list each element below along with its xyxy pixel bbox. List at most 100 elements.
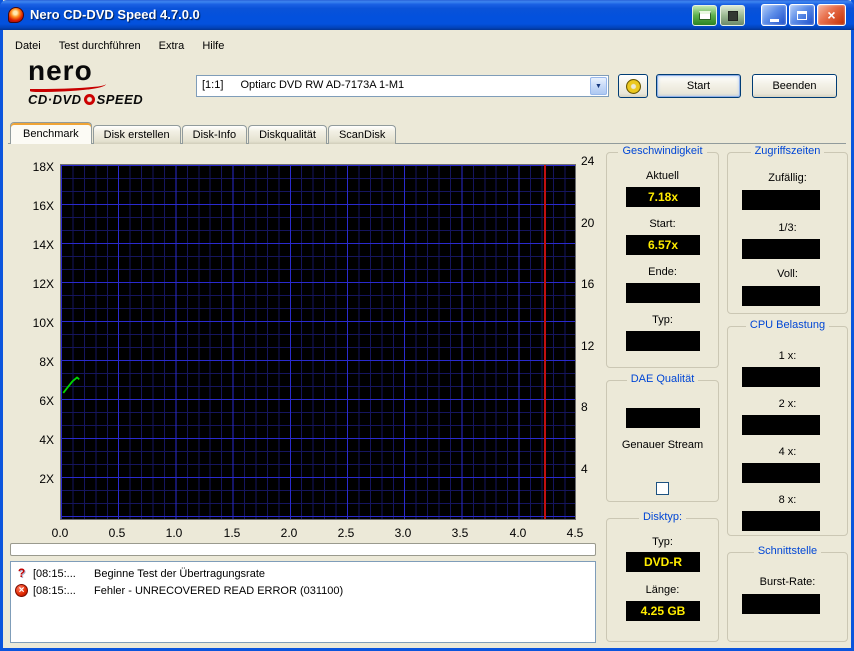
typ-label: Typ: bbox=[606, 314, 719, 326]
y-axis-right-label: 20 bbox=[581, 216, 594, 230]
voll-value bbox=[742, 286, 820, 306]
tab-benchmark[interactable]: Benchmark bbox=[10, 122, 92, 144]
minimize-button[interactable] bbox=[761, 4, 787, 26]
disk-icon bbox=[728, 11, 738, 21]
app-icon[interactable] bbox=[8, 7, 24, 23]
cpu-2x-value bbox=[742, 415, 820, 435]
titlebar-extra-capture-button[interactable] bbox=[692, 5, 717, 26]
typ-value bbox=[626, 331, 700, 351]
tab-strip: Benchmark Disk erstellen Disk-Info Diskq… bbox=[10, 122, 396, 144]
y-axis-label: 12X bbox=[6, 277, 54, 291]
log-entry[interactable]: × [08:15:... Fehler - UNRECOVERED READ E… bbox=[11, 582, 595, 599]
drive-index: [1:1] bbox=[202, 79, 223, 91]
drive-select-dropdown-button[interactable]: ▼ bbox=[590, 77, 607, 95]
progress-bar bbox=[10, 543, 596, 556]
tab-disk-erstellen[interactable]: Disk erstellen bbox=[93, 125, 181, 144]
menu-extra[interactable]: Extra bbox=[150, 37, 194, 55]
nero-logo-swoosh-icon bbox=[30, 83, 106, 92]
log-entry[interactable]: ? [08:15:... Beginne Test der Übertragun… bbox=[11, 565, 595, 582]
menu-hilfe[interactable]: Hilfe bbox=[193, 37, 233, 55]
drive-name: Optiarc DVD RW AD-7173A 1-M1 bbox=[240, 79, 404, 91]
dae-value bbox=[626, 408, 700, 428]
benchmark-chart-plot bbox=[60, 164, 576, 520]
log-list[interactable]: ? [08:15:... Beginne Test der Übertragun… bbox=[10, 561, 596, 643]
panel-cpu-title: CPU Belastung bbox=[746, 319, 829, 331]
cpu-1x-value bbox=[742, 367, 820, 387]
cpu-1x-label: 1 x: bbox=[727, 350, 848, 362]
zufaellig-value bbox=[742, 190, 820, 210]
maximize-button[interactable] bbox=[789, 4, 815, 26]
question-icon: ? bbox=[15, 567, 28, 580]
menu-test-durchfuehren[interactable]: Test durchführen bbox=[50, 37, 150, 55]
aktuell-label: Aktuell bbox=[606, 170, 719, 182]
x-axis-label: 4.0 bbox=[501, 526, 535, 540]
disc-logo-icon bbox=[84, 94, 95, 105]
y-axis-label: 18X bbox=[6, 160, 54, 174]
genauer-stream-checkbox[interactable] bbox=[656, 482, 669, 495]
x-axis-label: 4.5 bbox=[558, 526, 592, 540]
disc-options-button[interactable] bbox=[618, 74, 648, 98]
log-timestamp: [08:15:... bbox=[33, 568, 89, 580]
y-axis-label: 14X bbox=[6, 238, 54, 252]
genauer-stream-label: Genauer Stream bbox=[614, 438, 711, 453]
start-label: Start: bbox=[606, 218, 719, 230]
y-axis-label: 8X bbox=[6, 355, 54, 369]
x-axis-label: 3.0 bbox=[386, 526, 420, 540]
y-axis-label: 16X bbox=[6, 199, 54, 213]
chart-series-line bbox=[63, 377, 79, 393]
start-button[interactable]: Start bbox=[656, 74, 741, 98]
one-third-value bbox=[742, 239, 820, 259]
titlebar-extra-save-button[interactable] bbox=[720, 5, 745, 26]
x-axis-label: 1.0 bbox=[157, 526, 191, 540]
panel-geschwindigkeit-title: Geschwindigkeit bbox=[618, 145, 706, 157]
x-axis-label: 1.5 bbox=[215, 526, 249, 540]
x-axis-label: 2.5 bbox=[329, 526, 363, 540]
x-axis-label: 3.5 bbox=[443, 526, 477, 540]
chart-series-svg bbox=[61, 165, 575, 519]
minimize-icon bbox=[770, 19, 779, 22]
disktyp-typ-label: Typ: bbox=[606, 536, 719, 548]
menu-datei[interactable]: Datei bbox=[6, 37, 50, 55]
y-axis-right-label: 16 bbox=[581, 277, 594, 291]
panel-zugriffszeiten-title: Zugriffszeiten bbox=[751, 145, 825, 157]
cpu-8x-label: 8 x: bbox=[727, 494, 848, 506]
app-window: Nero CD-DVD Speed 4.7.0.0 × Datei Test d… bbox=[0, 0, 854, 651]
disktyp-laenge-value: 4.25 GB bbox=[626, 601, 700, 621]
y-axis-right-label: 8 bbox=[581, 400, 588, 414]
log-timestamp: [08:15:... bbox=[33, 585, 89, 597]
log-message: Beginne Test der Übertragungsrate bbox=[94, 568, 265, 580]
drive-select-combobox[interactable]: [1:1] Optiarc DVD RW AD-7173A 1-M1 ▼ bbox=[196, 75, 609, 97]
close-button[interactable]: × bbox=[817, 4, 846, 26]
maximize-icon bbox=[797, 11, 807, 20]
nero-logo-brand: nero bbox=[28, 58, 188, 84]
cpu-8x-value bbox=[742, 511, 820, 531]
zufaellig-label: Zufällig: bbox=[727, 172, 848, 184]
panel-dae-title: DAE Qualität bbox=[627, 373, 699, 385]
cpu-2x-label: 2 x: bbox=[727, 398, 848, 410]
nero-logo: nero CD·DVD SPEED bbox=[28, 58, 188, 106]
panel-disktyp-title: Disktyp: bbox=[639, 511, 686, 523]
tab-diskqualitaet[interactable]: Diskqualität bbox=[248, 125, 327, 144]
disktyp-laenge-label: Länge: bbox=[606, 584, 719, 596]
window-icon bbox=[699, 11, 711, 20]
x-axis-label: 0.0 bbox=[43, 526, 77, 540]
titlebar[interactable]: Nero CD-DVD Speed 4.7.0.0 × bbox=[0, 0, 854, 30]
tab-scandisk[interactable]: ScanDisk bbox=[328, 125, 396, 144]
x-axis-label: 2.0 bbox=[272, 526, 306, 540]
voll-label: Voll: bbox=[727, 268, 848, 280]
nero-logo-product-1: CD·DVD bbox=[28, 92, 82, 107]
panel-schnittstelle-title: Schnittstelle bbox=[754, 545, 821, 557]
log-message: Fehler - UNRECOVERED READ ERROR (031100) bbox=[94, 585, 343, 597]
quit-button[interactable]: Beenden bbox=[752, 74, 837, 98]
start-value: 6.57x bbox=[626, 235, 700, 255]
ende-value bbox=[626, 283, 700, 303]
tab-disk-info[interactable]: Disk-Info bbox=[182, 125, 247, 144]
y-axis-label: 10X bbox=[6, 316, 54, 330]
disc-options-icon bbox=[626, 79, 641, 94]
x-axis-label: 0.5 bbox=[100, 526, 134, 540]
y-axis-right-label: 12 bbox=[581, 339, 594, 353]
ende-label: Ende: bbox=[606, 266, 719, 278]
burst-rate-label: Burst-Rate: bbox=[727, 576, 848, 588]
burst-rate-value bbox=[742, 594, 820, 614]
y-axis-label: 2X bbox=[6, 472, 54, 486]
